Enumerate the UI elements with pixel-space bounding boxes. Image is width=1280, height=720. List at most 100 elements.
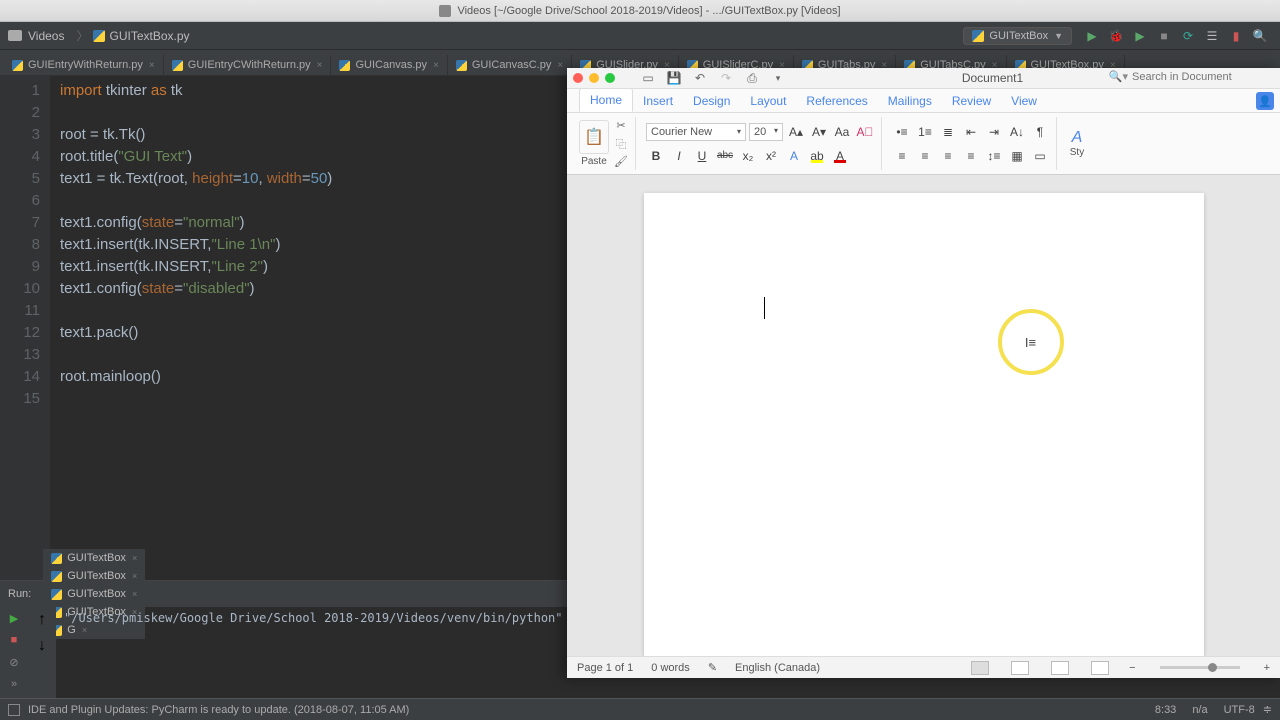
- font-color-button[interactable]: A: [830, 147, 850, 165]
- down-icon[interactable]: ↓: [38, 637, 46, 655]
- minimize-traffic-light[interactable]: [589, 73, 599, 83]
- strikethrough-button[interactable]: abc: [715, 147, 735, 165]
- word-document-area[interactable]: I≡: [567, 175, 1280, 656]
- new-doc-icon[interactable]: ▭: [639, 70, 657, 86]
- justify-icon[interactable]: ≡: [961, 147, 981, 165]
- paragraph-marks-icon[interactable]: ¶: [1030, 123, 1050, 141]
- italic-button[interactable]: I: [669, 147, 689, 165]
- align-center-icon[interactable]: ≡: [915, 147, 935, 165]
- encoding[interactable]: UTF-8: [1224, 704, 1255, 716]
- sort-icon[interactable]: A↓: [1007, 123, 1027, 141]
- redo-icon[interactable]: ↷: [717, 70, 735, 86]
- run-tab[interactable]: GUITextBox×: [43, 567, 145, 585]
- editor-tab[interactable]: GUICanvas.py×: [331, 55, 447, 75]
- rerun-icon[interactable]: ▶: [7, 611, 21, 625]
- word-search-input[interactable]: [1132, 71, 1272, 83]
- undo-icon[interactable]: ↶: [691, 70, 709, 86]
- outline-view[interactable]: [1051, 661, 1069, 675]
- borders-icon[interactable]: ▭: [1030, 147, 1050, 165]
- ribbon-tab-mailings[interactable]: Mailings: [878, 90, 942, 112]
- chevron-icon[interactable]: ≑: [1263, 703, 1272, 716]
- print-icon[interactable]: ⎙: [743, 70, 761, 86]
- outdent-icon[interactable]: ⇤: [961, 123, 981, 141]
- stop-button[interactable]: ■: [1156, 28, 1172, 44]
- breadcrumb-folder[interactable]: Videos: [28, 29, 64, 43]
- coverage-button[interactable]: ▶: [1132, 28, 1148, 44]
- vcs-update-icon[interactable]: ⟳: [1180, 28, 1196, 44]
- close-icon[interactable]: ×: [433, 60, 439, 71]
- shading-icon[interactable]: ▦: [1007, 147, 1027, 165]
- zoom-slider[interactable]: [1160, 666, 1240, 669]
- styles-icon[interactable]: A: [1067, 129, 1087, 147]
- editor-tab[interactable]: GUICanvasC.py×: [448, 55, 572, 75]
- close-icon[interactable]: ×: [149, 60, 155, 71]
- format-painter-icon[interactable]: 🖌: [613, 155, 629, 169]
- chevron-down-icon[interactable]: ▾: [769, 70, 787, 86]
- clear-format-icon[interactable]: A⃠: [855, 123, 875, 141]
- draft-view[interactable]: [1091, 661, 1109, 675]
- run-tab[interactable]: GUITextBox×: [43, 585, 145, 603]
- zoom-out-icon[interactable]: −: [1129, 662, 1135, 674]
- web-layout-view[interactable]: [1011, 661, 1029, 675]
- more-icon[interactable]: »: [7, 677, 21, 691]
- run-button[interactable]: ▶: [1084, 28, 1100, 44]
- debug-button[interactable]: 🐞: [1108, 28, 1124, 44]
- close-icon[interactable]: ×: [132, 589, 137, 599]
- close-icon[interactable]: ×: [557, 60, 563, 71]
- word-search[interactable]: 🔍▾: [1109, 70, 1272, 83]
- bullets-icon[interactable]: •≡: [892, 123, 912, 141]
- ribbon-tab-references[interactable]: References: [796, 90, 877, 112]
- font-size-select[interactable]: 20▾: [749, 123, 783, 141]
- run-tab[interactable]: GUITextBox×: [43, 549, 145, 567]
- text-effects-icon[interactable]: A: [784, 147, 804, 165]
- todo-icon[interactable]: ▮: [1228, 28, 1244, 44]
- ribbon-tab-home[interactable]: Home: [579, 88, 633, 112]
- numbering-icon[interactable]: 1≡: [915, 123, 935, 141]
- breadcrumb-file[interactable]: GUITextBox.py: [110, 29, 190, 43]
- word-page[interactable]: I≡: [644, 193, 1204, 656]
- spellcheck-icon[interactable]: ✎: [708, 661, 717, 674]
- align-left-icon[interactable]: ≡: [892, 147, 912, 165]
- cut-icon[interactable]: ✂: [613, 119, 629, 133]
- change-case-icon[interactable]: Aa: [832, 123, 852, 141]
- language-indicator[interactable]: English (Canada): [735, 662, 820, 674]
- save-icon[interactable]: 💾: [665, 70, 683, 86]
- editor-tab[interactable]: GUIEntryCWithReturn.py×: [164, 55, 332, 75]
- copy-icon[interactable]: ⿻: [613, 137, 629, 151]
- highlight-color-button[interactable]: ab: [807, 147, 827, 165]
- close-icon[interactable]: ×: [132, 553, 137, 563]
- ribbon-tab-layout[interactable]: Layout: [740, 90, 796, 112]
- stop-icon[interactable]: ■: [7, 633, 21, 647]
- line-spacing-icon[interactable]: ↕≡: [984, 147, 1004, 165]
- underline-button[interactable]: U: [692, 147, 712, 165]
- close-traffic-light[interactable]: [573, 73, 583, 83]
- superscript-button[interactable]: x²: [761, 147, 781, 165]
- align-right-icon[interactable]: ≡: [938, 147, 958, 165]
- zoom-traffic-light[interactable]: [605, 73, 615, 83]
- structure-icon[interactable]: ☰: [1204, 28, 1220, 44]
- editor-tab[interactable]: GUIEntryWithReturn.py×: [4, 55, 164, 75]
- shrink-font-icon[interactable]: A▾: [809, 123, 829, 141]
- share-icon[interactable]: 👤: [1256, 92, 1274, 110]
- status-icon[interactable]: [8, 704, 20, 716]
- zoom-in-icon[interactable]: +: [1264, 662, 1270, 674]
- close-icon[interactable]: ×: [132, 571, 137, 581]
- run-config-select[interactable]: GUITextBox ▼: [963, 27, 1072, 45]
- close-icon[interactable]: ×: [317, 60, 323, 71]
- paste-button[interactable]: 📋: [579, 120, 609, 154]
- ribbon-tab-review[interactable]: Review: [942, 90, 1001, 112]
- indent-icon[interactable]: ⇥: [984, 123, 1004, 141]
- multilevel-icon[interactable]: ≣: [938, 123, 958, 141]
- up-icon[interactable]: ↑: [38, 611, 46, 629]
- grow-font-icon[interactable]: A▴: [786, 123, 806, 141]
- search-icon[interactable]: 🔍: [1252, 28, 1268, 44]
- print-layout-view[interactable]: [971, 661, 989, 675]
- font-family-select[interactable]: Courier New▾: [646, 123, 746, 141]
- subscript-button[interactable]: x₂: [738, 147, 758, 165]
- exit-icon[interactable]: ⊘: [7, 655, 21, 669]
- bold-button[interactable]: B: [646, 147, 666, 165]
- ribbon-tab-design[interactable]: Design: [683, 90, 740, 112]
- ribbon-tab-view[interactable]: View: [1001, 90, 1047, 112]
- page-indicator[interactable]: Page 1 of 1: [577, 662, 633, 674]
- ribbon-tab-insert[interactable]: Insert: [633, 90, 683, 112]
